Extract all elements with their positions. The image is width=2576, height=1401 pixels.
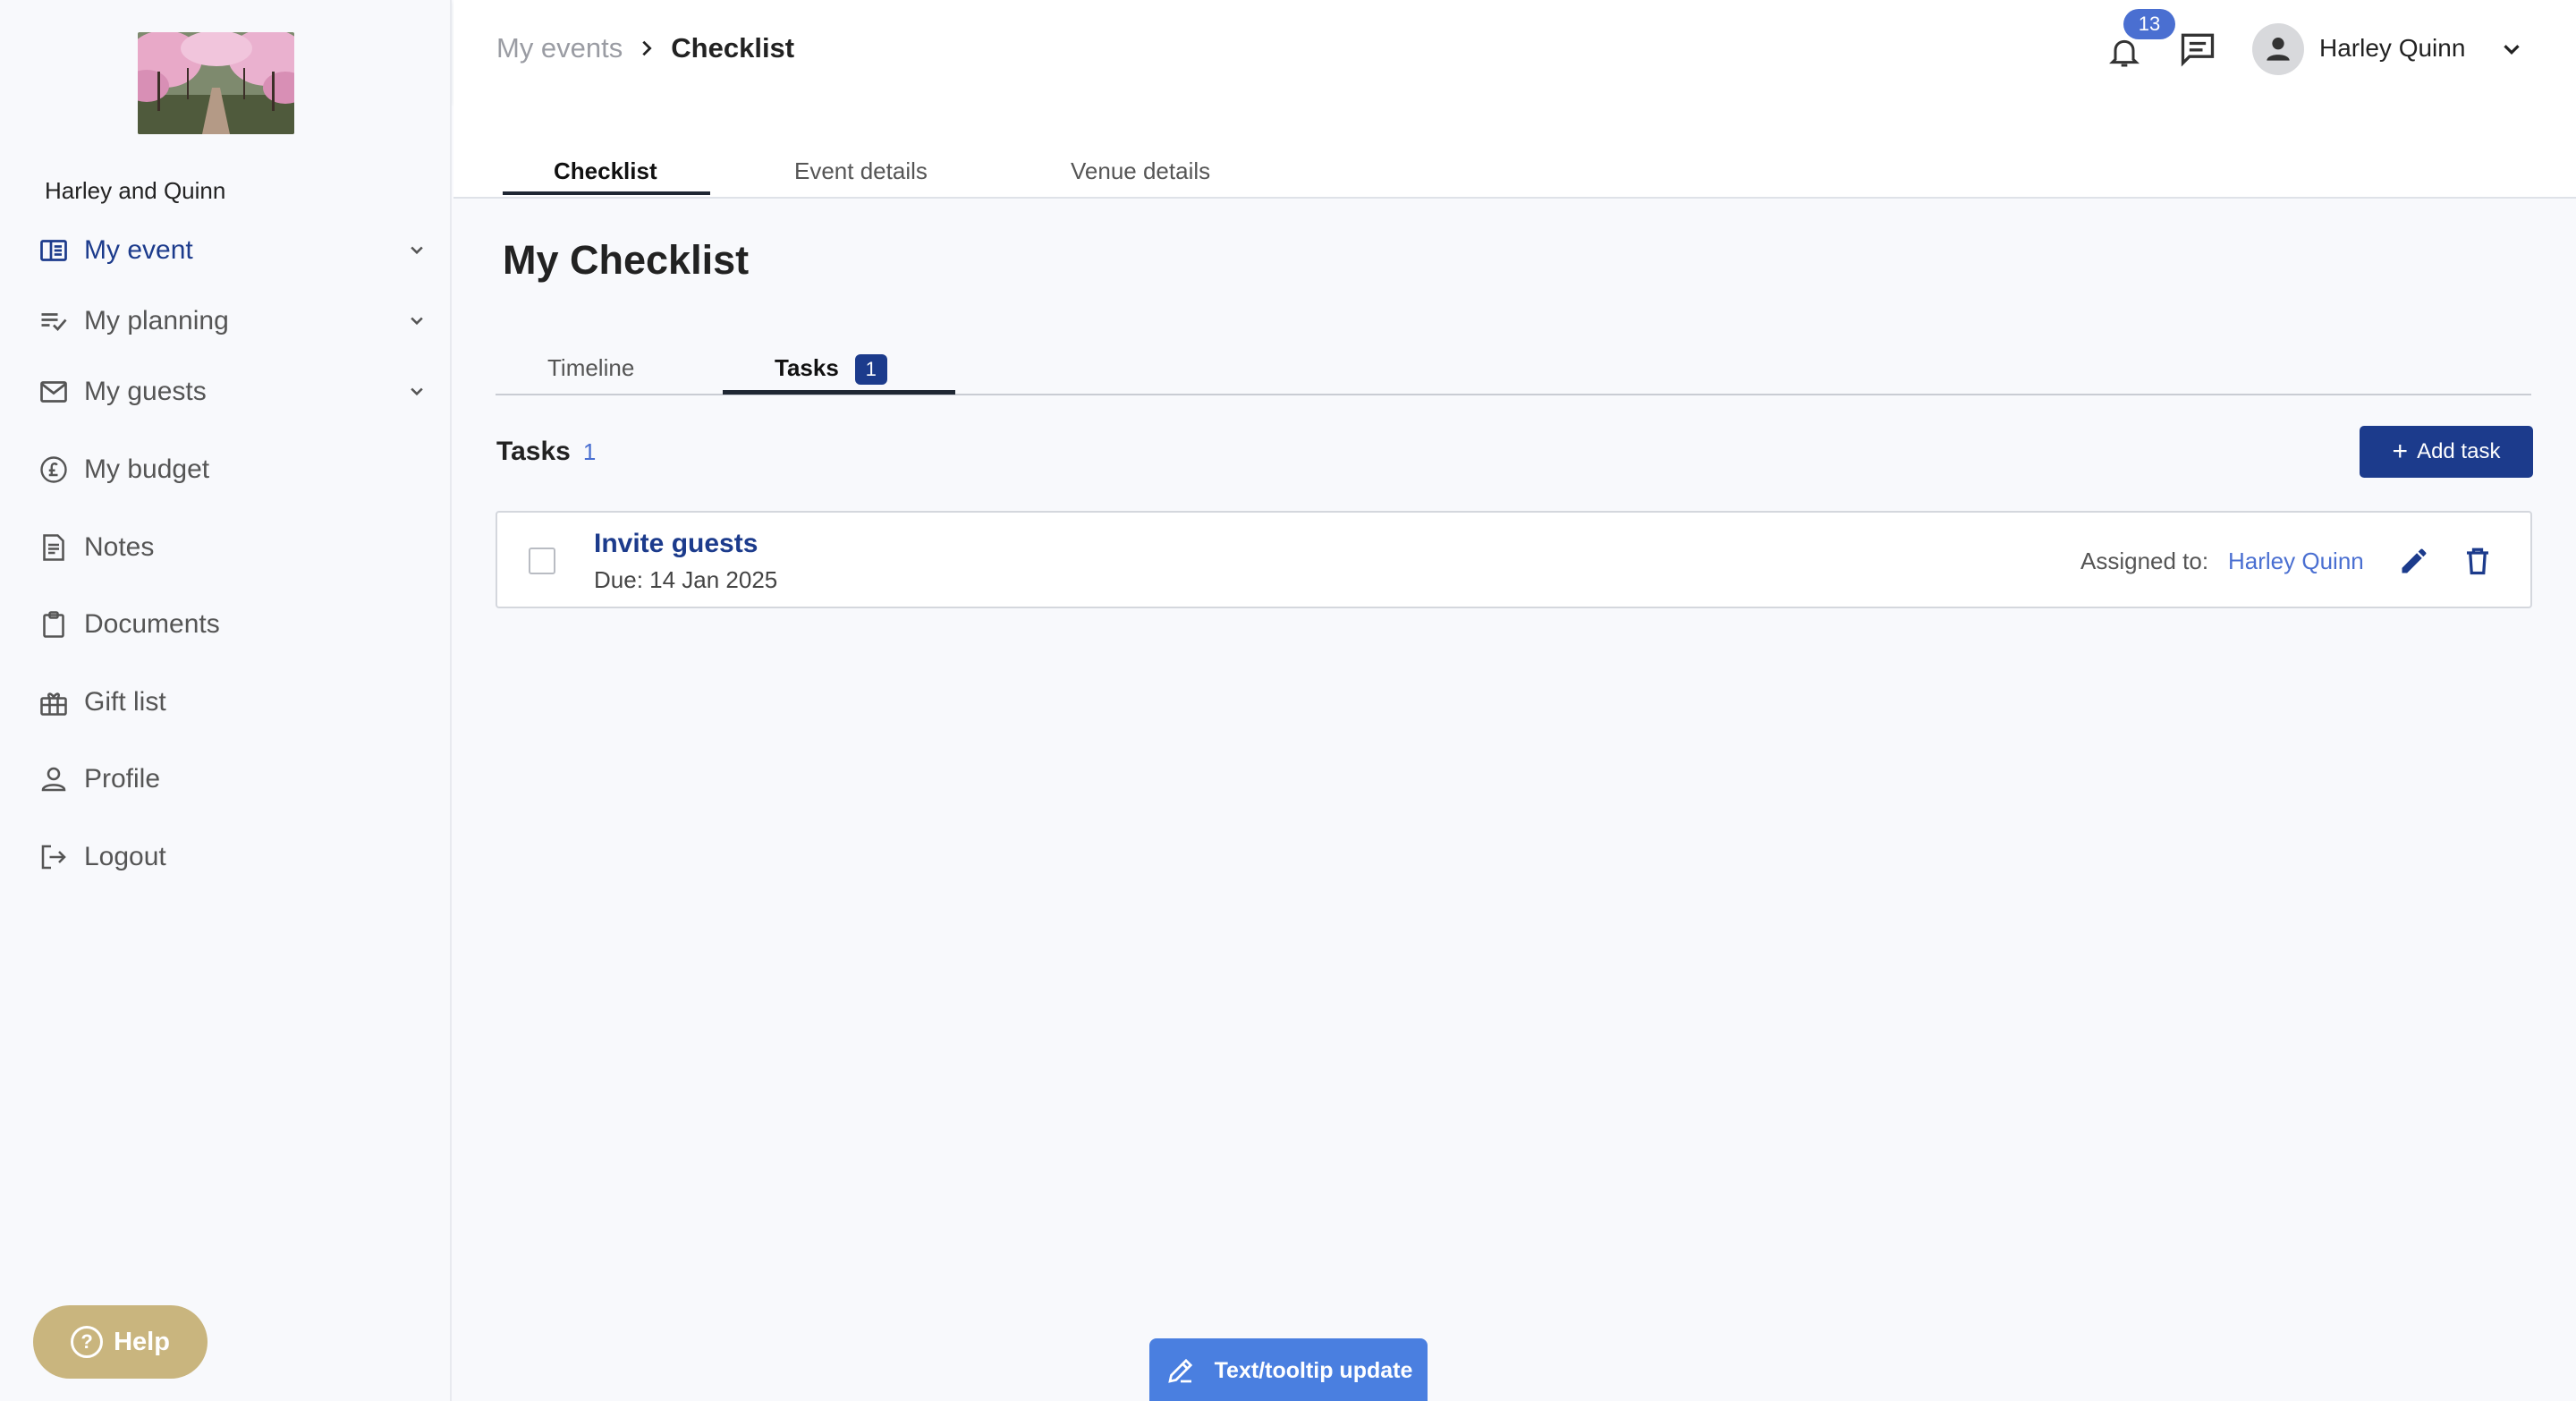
sidebar-item-label: Notes: [84, 532, 155, 562]
tasks-section-header: Tasks 1: [496, 437, 596, 467]
clipboard-icon: [36, 607, 72, 642]
breadcrumb-root-link[interactable]: My events: [496, 32, 623, 64]
tasks-count-badge: 1: [854, 354, 887, 386]
sidebar-item-label: Logout: [84, 842, 166, 871]
task-title[interactable]: Invite guests: [594, 529, 758, 559]
cherry-blossom-image: [138, 32, 294, 134]
notification-count-badge: 13: [2123, 9, 2175, 39]
add-task-label: Add task: [2417, 439, 2501, 463]
question-circle-icon: ?: [71, 1326, 104, 1358]
text-tooltip-update-button[interactable]: Text/tooltip update: [1149, 1338, 1428, 1401]
tasks-section-title: Tasks: [496, 437, 571, 466]
trash-icon[interactable]: [2462, 545, 2494, 577]
chevron-down-icon[interactable]: [404, 379, 429, 404]
app-root: Harley and Quinn My event My planning My…: [0, 0, 2576, 1401]
event-cover-photo[interactable]: [138, 32, 294, 134]
bell-icon: [2109, 39, 2140, 67]
tab-tasks-label: Tasks: [775, 354, 839, 381]
page-title: My Checklist: [503, 237, 750, 283]
pen-icon: [1167, 1358, 1192, 1383]
sidebar-item-label: Profile: [84, 764, 161, 794]
sidebar-item-profile[interactable]: Profile: [36, 752, 429, 806]
chat-icon[interactable]: [2178, 29, 2217, 68]
chevron-down-icon[interactable]: [2498, 36, 2525, 63]
pound-circle-icon: [36, 452, 72, 488]
sidebar-item-my-event[interactable]: My event: [36, 224, 429, 277]
user-name[interactable]: Harley Quinn: [2319, 34, 2465, 63]
sidebar-item-gift-list[interactable]: Gift list: [36, 675, 429, 729]
plus-icon: +: [2392, 437, 2409, 466]
add-task-button[interactable]: + Add task: [2360, 426, 2533, 478]
active-tab-indicator: [503, 191, 710, 195]
tasks-section-count: 1: [582, 438, 597, 465]
event-name: Harley and Quinn: [45, 177, 226, 204]
mail-icon: [36, 374, 72, 410]
tab-venue-details[interactable]: Venue details: [1071, 157, 1210, 185]
user-icon: [2267, 38, 2290, 61]
sidebar-item-my-guests[interactable]: My guests: [36, 365, 429, 419]
tab-timeline[interactable]: Timeline: [547, 354, 634, 382]
breadcrumb-current: Checklist: [671, 32, 795, 64]
sidebar-item-label: My guests: [84, 377, 207, 406]
sidebar-item-notes[interactable]: Notes: [36, 521, 429, 574]
planning-list-icon: [36, 303, 72, 339]
sidebar-item-my-budget[interactable]: My budget: [36, 443, 429, 497]
help-label: Help: [114, 1327, 170, 1356]
event-book-icon: [36, 233, 72, 268]
notes-icon: [36, 530, 72, 565]
assignee-link[interactable]: Harley Quinn: [2228, 548, 2364, 575]
tab-tasks[interactable]: Tasks 1: [775, 354, 887, 386]
sidebar-item-documents[interactable]: Documents: [36, 598, 429, 651]
sidebar-item-label: My budget: [84, 454, 210, 484]
tab-event-details[interactable]: Event details: [794, 157, 928, 185]
sidebar-item-label: My event: [84, 235, 193, 265]
main-tabs: Checklist Event details Venue details: [453, 104, 2576, 199]
task-complete-checkbox[interactable]: [529, 548, 555, 574]
gift-icon: [36, 684, 72, 720]
tab-checklist[interactable]: Checklist: [554, 157, 657, 185]
assigned-to-label: Assigned to:: [2080, 548, 2209, 574]
sidebar-item-label: Documents: [84, 609, 220, 639]
chevron-right-icon: [642, 40, 652, 56]
active-subtab-indicator: [723, 390, 955, 395]
person-icon: [36, 761, 72, 797]
avatar[interactable]: [2252, 23, 2304, 75]
feedback-label: Text/tooltip update: [1214, 1357, 1413, 1383]
breadcrumb: My events Checklist: [496, 32, 794, 64]
sidebar-item-label: Gift list: [84, 687, 166, 717]
logout-icon: [36, 839, 72, 875]
chevron-down-icon[interactable]: [404, 238, 429, 263]
help-button[interactable]: ? Help: [33, 1305, 208, 1379]
sub-tabs: Timeline Tasks 1: [496, 345, 2531, 395]
task-card: Invite guests Due: 14 Jan 2025 Assigned …: [496, 511, 2532, 608]
sidebar-item-logout[interactable]: Logout: [36, 830, 429, 884]
edit-pencil-icon[interactable]: [2398, 545, 2430, 577]
chevron-down-icon[interactable]: [404, 309, 429, 334]
sidebar-item-my-planning[interactable]: My planning: [36, 294, 429, 348]
sidebar: Harley and Quinn My event My planning My…: [0, 0, 452, 1401]
task-due-date: Due: 14 Jan 2025: [594, 566, 778, 593]
top-bar: My events Checklist 13 Harley Quinn: [453, 0, 2576, 104]
sidebar-item-label: My planning: [84, 306, 229, 335]
